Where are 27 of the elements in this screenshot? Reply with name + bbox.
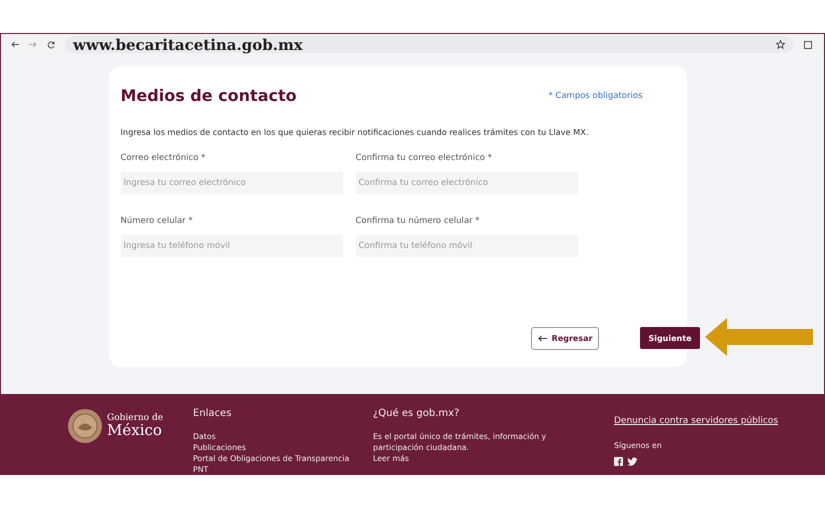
next-button[interactable]: Siguiente [640,327,700,349]
field-label: Confirma tu correo electrónico * [356,153,493,163]
address-bar[interactable]: www.becaritacetina.gob.mx [65,36,793,53]
field-label: Número celular * [120,216,194,226]
input-field[interactable]: Confirma tu correo electrónico [356,172,578,194]
logo-bottom-text: México [107,423,163,438]
required-note: * Campos obligatorios [548,90,642,100]
star-icon[interactable] [776,40,785,49]
back-button[interactable]: Regresar [530,327,600,350]
input-field[interactable]: Confirma tu teléfono móvil [356,235,578,257]
links-title: Enlaces [193,408,232,419]
report-link[interactable]: Denuncia contra servidores públicos [614,416,794,426]
input-field[interactable]: Ingresa tu teléfono móvil [120,235,342,257]
url-text: www.becaritacetina.gob.mx [73,36,303,54]
about-title: ¿Qué es gob.mx? [373,408,460,419]
left-arrow-icon [538,335,547,342]
input-field[interactable]: Ingresa tu correo electrónico [120,172,342,194]
field-label: Confirma tu número celular * [356,216,480,226]
twitter-icon[interactable] [627,457,637,466]
facebook-icon[interactable] [614,457,623,466]
back-arrow-icon[interactable] [11,41,19,48]
field-label: Correo electrónico * [120,153,206,163]
reload-icon[interactable] [47,40,55,48]
logo-top-text: Gobierno de [107,414,164,423]
emblem-icon [67,408,103,444]
intro-text: Ingresa los medios de contacto en los que quieras recibir notificaciones cuando realices trámites con tu Llave MX. [120,127,590,137]
form-title: Medios de contacto [120,86,297,105]
